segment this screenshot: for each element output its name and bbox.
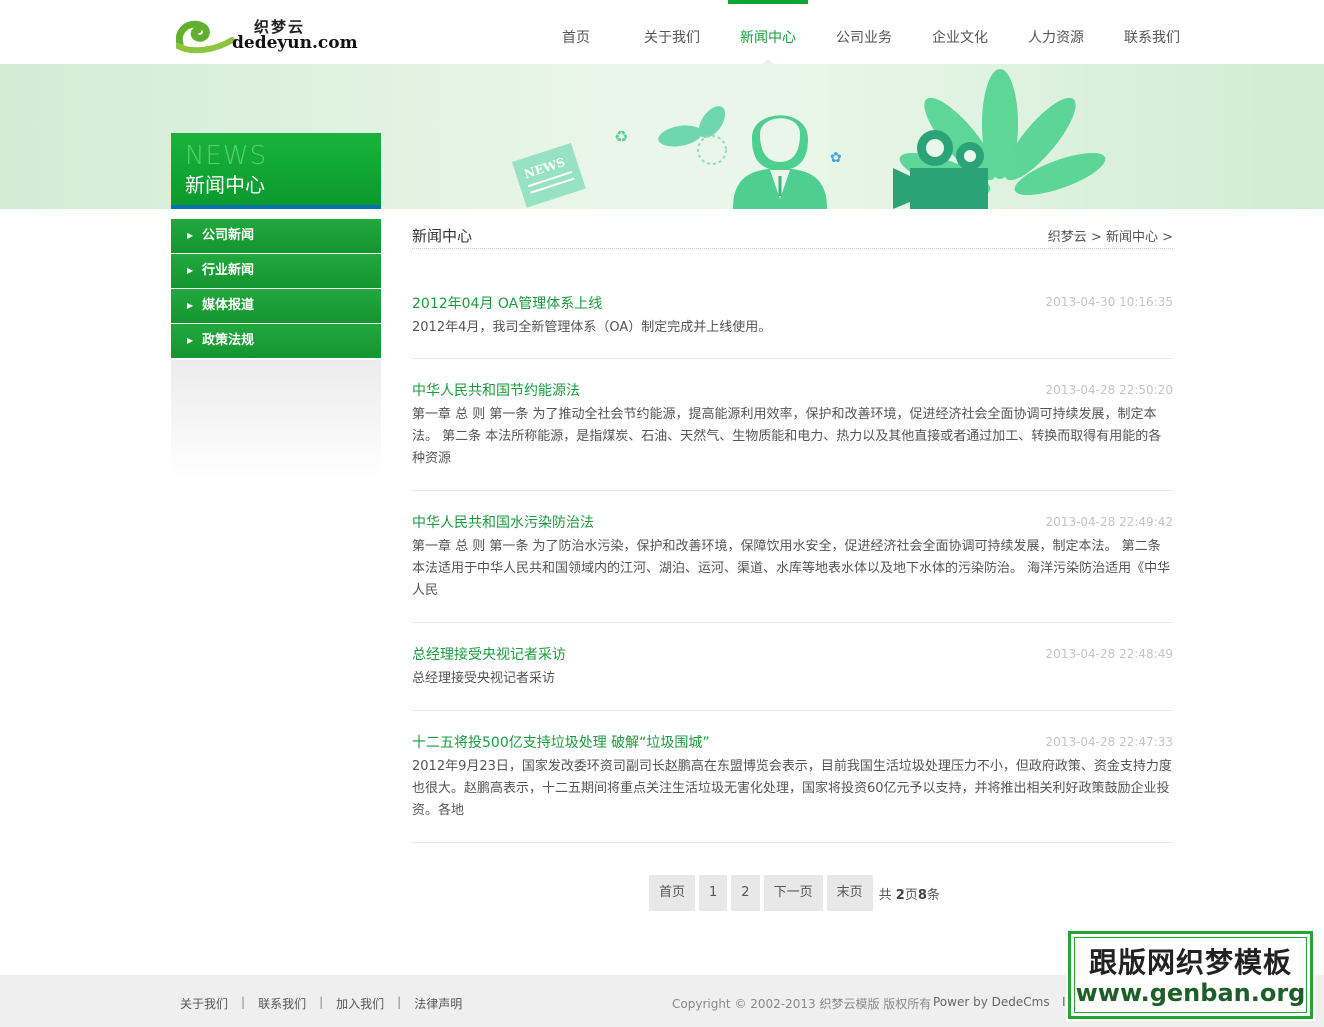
sidebar-item-media-reports[interactable]: ▶ 媒体报道	[171, 289, 381, 323]
sidebar-item-company-news[interactable]: ▶ 公司新闻	[171, 219, 381, 253]
news-date: 2013-04-28 22:49:42	[1045, 515, 1173, 529]
breadcrumb-sep: >	[1090, 230, 1102, 245]
news-summary: 2012年4月，我司全新管理体系（OA）制定完成并上线使用。	[412, 320, 772, 335]
news-date: 2013-04-28 22:50:20	[1045, 383, 1173, 397]
newspaper-icon: NEWS	[512, 142, 586, 208]
recycle-icon: ♻	[614, 127, 628, 146]
arrow-right-icon: ▶	[187, 231, 194, 240]
person-icon	[733, 115, 827, 209]
sidebar-item-label: 政策法规	[202, 333, 255, 348]
pager-last[interactable]: 末页	[826, 875, 873, 911]
news-summary: 第一章 总 则 第一条 为了推动全社会节约能源，提高能源利用效率，保护和改善环境…	[412, 407, 1162, 466]
news-summary: 2012年9月23日，国家发改委环资司副司长赵鹏高在东盟博览会表示，目前我国生活…	[412, 759, 1172, 818]
arrow-right-icon: ▶	[187, 266, 194, 275]
content-header: 新闻中心 织梦云 > 新闻中心 >	[412, 219, 1173, 249]
section-title-box: NEWS 新闻中心	[171, 133, 381, 209]
nav-hr[interactable]: 人力资源	[1008, 0, 1104, 64]
pager-total: 共 2页8条	[879, 884, 940, 903]
sidebar-item-label: 媒体报道	[202, 298, 255, 313]
sidebar-item-industry-news[interactable]: ▶ 行业新闻	[171, 254, 381, 288]
news-item: 中华人民共和国水污染防治法 2013-04-28 22:49:42 第一章 总 …	[412, 491, 1173, 623]
gear-icon: ✿	[830, 150, 842, 166]
news-item: 中华人民共和国节约能源法 2013-04-28 22:50:20 第一章 总 则…	[412, 359, 1173, 491]
breadcrumb: 织梦云 > 新闻中心 >	[1048, 226, 1173, 245]
sidebar-shadow	[171, 360, 381, 480]
sidebar-menu: ▶ 公司新闻 ▶ 行业新闻 ▶ 媒体报道 ▶ 政策法规	[171, 219, 381, 359]
breadcrumb-current[interactable]: 新闻中心	[1106, 230, 1158, 245]
nav-business[interactable]: 公司业务	[816, 0, 912, 64]
footer-icp: I	[1062, 995, 1066, 1009]
logo-swirl-icon	[176, 20, 235, 54]
breadcrumb-sep: >	[1162, 230, 1173, 245]
news-date: 2013-04-30 10:16:35	[1045, 295, 1173, 309]
site-logo[interactable]: 织梦云 dedeyun.com	[176, 14, 358, 54]
pager-total-mid: 页	[904, 887, 918, 903]
footer-link-about[interactable]: 关于我们	[180, 995, 228, 1012]
page-title: 新闻中心	[412, 227, 473, 245]
news-item: 总经理接受央视记者采访 2013-04-28 22:48:49 总经理接受央视记…	[412, 623, 1173, 711]
pager-page-2[interactable]: 2	[731, 875, 760, 911]
footer-link-contact[interactable]: 联系我们	[258, 995, 306, 1012]
pager-total-items: 8	[917, 887, 927, 903]
news-summary: 第一章 总 则 第一条 为了防治水污染，保护和改善环境，保障饮用水安全，促进经济…	[412, 539, 1171, 598]
section-title-cn: 新闻中心	[185, 173, 265, 197]
news-summary: 总经理接受央视记者采访	[412, 671, 556, 686]
news-list: 2012年04月 OA管理体系上线 2013-04-30 10:16:35 20…	[412, 280, 1173, 843]
news-date: 2013-04-28 22:48:49	[1045, 647, 1173, 661]
footer-sep: |	[397, 995, 402, 1009]
arrow-right-icon: ▶	[187, 301, 194, 310]
footer-link-legal[interactable]: 法律声明	[414, 995, 462, 1012]
nav-culture[interactable]: 企业文化	[912, 0, 1008, 64]
leaves-icon	[658, 106, 727, 165]
footer-sep: |	[319, 995, 324, 1009]
logo-en-text: dedeyun.com	[232, 33, 358, 53]
news-item: 十二五将投500亿支持垃圾处理 破解“垃圾围城” 2013-04-28 22:4…	[412, 711, 1173, 843]
arrow-right-icon: ▶	[187, 336, 194, 345]
content-area: 新闻中心 织梦云 > 新闻中心 >	[412, 219, 1173, 249]
breadcrumb-home[interactable]: 织梦云	[1048, 230, 1087, 245]
watermark-line2: www.genban.org	[1075, 979, 1306, 1007]
pager-total-prefix: 共	[878, 887, 892, 903]
watermark-line1: 跟版网织梦模板	[1088, 946, 1292, 979]
nav-contact[interactable]: 联系我们	[1104, 0, 1200, 64]
footer-link-join[interactable]: 加入我们	[336, 995, 384, 1012]
site-header: 织梦云 dedeyun.com 首页 关于我们 新闻中心 公司业务 企业文化 人…	[0, 0, 1324, 65]
footer-copyright: Copyright © 2002-2013 织梦云模版 版权所有	[672, 997, 932, 1011]
watermark-badge: 跟版网织梦模板 www.genban.org	[1066, 929, 1315, 1021]
sidebar-item-label: 行业新闻	[202, 263, 255, 278]
section-title-en: NEWS	[185, 141, 268, 171]
nav-news[interactable]: 新闻中心	[720, 0, 816, 65]
nav-about[interactable]: 关于我们	[624, 0, 720, 64]
footer-links: 关于我们 | 联系我们 | 加入我们 | 法律声明	[180, 995, 462, 1012]
footer-powered-by[interactable]: Power by DedeCms	[933, 995, 1050, 1009]
sidebar-item-label: 公司新闻	[202, 228, 255, 243]
footer-sep: |	[241, 995, 246, 1009]
pager-next[interactable]: 下一页	[763, 875, 823, 911]
sidebar-item-policies[interactable]: ▶ 政策法规	[171, 324, 381, 358]
pagination: 首页 1 2 下一页 末页 共 2页8条	[649, 875, 940, 911]
main-nav: 首页 关于我们 新闻中心 公司业务 企业文化 人力资源 联系我们	[528, 0, 1200, 65]
pager-total-pages: 2	[895, 887, 905, 903]
news-date: 2013-04-28 22:47:33	[1045, 735, 1173, 749]
news-item: 2012年04月 OA管理体系上线 2013-04-30 10:16:35 20…	[412, 280, 1173, 359]
pager-page-1[interactable]: 1	[699, 875, 728, 911]
pager-first[interactable]: 首页	[649, 875, 696, 911]
pager-total-suffix: 条	[926, 887, 940, 903]
nav-home[interactable]: 首页	[528, 0, 624, 64]
